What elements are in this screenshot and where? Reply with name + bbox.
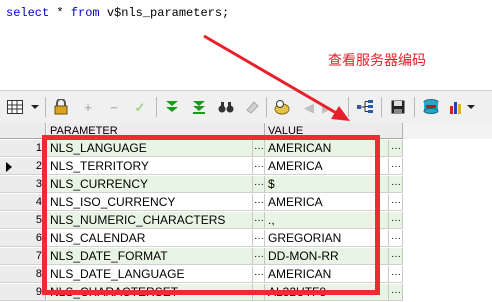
sql-star: * [49,6,71,20]
cell-value[interactable]: AMERICA [265,194,389,211]
cell-value[interactable]: $ [265,176,389,193]
cell-parameter[interactable]: NLS_CHARACTERSET [47,284,253,301]
result-toolbar: + − ✓ ◀ ▶ [0,90,492,124]
remove-icon[interactable]: − [105,98,123,116]
sql-keyword-from: from [70,6,100,20]
sql-text[interactable]: select * from v$nls_parameters; [6,6,229,20]
table-row[interactable]: 4 NLS_ISO_CURRENCY ··· AMERICA ··· [0,194,406,212]
cell-ellipsis-button[interactable]: ··· [253,284,265,301]
row-number[interactable]: 8 [0,266,46,283]
result-grid[interactable]: PARAMETER VALUE 1 NLS_LANGUAGE ··· AMERICAN… [0,123,492,302]
cell-ellipsis-button[interactable]: ··· [389,266,403,283]
toolbar-separator [381,97,382,117]
cell-value[interactable]: GREGORIAN [265,230,389,247]
tree-icon[interactable] [356,98,374,116]
cell-value[interactable]: DD-MON-RR [265,248,389,265]
fetch-next-icon[interactable] [163,98,181,116]
row-number[interactable]: 7 [0,248,46,265]
table-row[interactable]: 1 NLS_LANGUAGE ··· AMERICAN ··· [0,140,406,158]
row-number[interactable]: 1 [0,140,46,157]
right-arrow-icon[interactable]: ▶ [318,98,336,116]
row-number[interactable]: 4 [0,194,46,211]
row-number[interactable]: 6 [0,230,46,247]
cell-parameter[interactable]: NLS_CURRENCY [47,176,253,193]
cell-parameter[interactable]: NLS_DATE_LANGUAGE [47,266,253,283]
cell-ellipsis-button[interactable]: ··· [389,284,403,301]
sql-keyword-select: select [6,6,50,20]
find-icon[interactable] [217,98,235,116]
table-row[interactable]: 9 NLS_CHARACTERSET ··· AL32UTF8 ··· [0,284,406,302]
dropdown-icon[interactable] [466,98,476,116]
table-row[interactable]: 2 NLS_TERRITORY ··· AMERICA ··· [0,158,406,176]
cell-ellipsis-button[interactable]: ··· [253,248,265,265]
column-header-value[interactable]: VALUE [265,123,403,139]
cell-ellipsis-button[interactable]: ··· [389,140,403,157]
fetch-last-icon[interactable] [190,98,208,116]
toolbar-separator [266,97,267,117]
grid-corner [0,123,46,139]
sql-editor[interactable]: select * from v$nls_parameters; [0,0,492,88]
current-row-indicator-icon [6,162,12,172]
cell-value[interactable]: ., [265,212,389,229]
annotation-text: 查看服务器编码 [328,52,426,68]
chart-icon[interactable] [448,98,466,116]
toolbar-separator [45,97,46,117]
cell-ellipsis-button[interactable]: ··· [253,140,265,157]
save-icon[interactable] [389,98,407,116]
cell-ellipsis-button[interactable]: ··· [253,212,265,229]
cell-value[interactable]: AMERICA [265,158,389,175]
table-row[interactable]: 5 NLS_NUMERIC_CHARACTERS ···., ··· [0,212,406,230]
left-arrow-icon[interactable]: ◀ [300,98,318,116]
row-number[interactable]: 5 [0,212,46,229]
eraser-icon[interactable] [243,98,261,116]
table-row[interactable]: 6 NLS_CALENDAR ··· GREGORIAN ··· [0,230,406,248]
table-row[interactable]: 7 NLS_DATE_FORMAT ··· DD-MON-RR ··· [0,248,406,266]
grid-icon[interactable] [6,98,24,116]
toolbar-separator [156,97,157,117]
cell-ellipsis-button[interactable]: ··· [389,176,403,193]
cell-parameter[interactable]: NLS_LANGUAGE [47,140,253,157]
cell-ellipsis-button[interactable]: ··· [389,212,403,229]
lock-icon[interactable] [52,98,70,116]
cell-ellipsis-button[interactable]: ··· [389,230,403,247]
cell-value[interactable]: AMERICAN [265,266,389,283]
cell-ellipsis-button[interactable]: ··· [389,158,403,175]
cell-parameter[interactable]: NLS_ISO_CURRENCY [47,194,253,211]
cell-ellipsis-button[interactable]: ··· [253,194,265,211]
table-row[interactable]: 8 NLS_DATE_LANGUAGE ··· AMERICAN ··· [0,266,406,284]
cell-parameter[interactable]: NLS_DATE_FORMAT [47,248,253,265]
cell-parameter[interactable]: NLS_TERRITORY [47,158,253,175]
cell-ellipsis-button[interactable]: ··· [389,248,403,265]
cell-parameter[interactable]: NLS_CALENDAR [47,230,253,247]
toolbar-separator [348,97,349,117]
sql-table-name: v$nls_parameters; [99,6,230,20]
add-icon[interactable]: + [79,98,97,116]
grid-empty-header [403,123,492,139]
cell-ellipsis-button[interactable]: ··· [253,230,265,247]
dropdown-icon[interactable] [30,98,40,116]
cell-value[interactable]: AMERICAN [265,140,389,157]
export-icon[interactable] [422,98,440,116]
cell-ellipsis-button[interactable]: ··· [253,158,265,175]
cell-parameter[interactable]: NLS_NUMERIC_CHARACTERS [47,212,253,229]
cell-ellipsis-button[interactable]: ··· [253,266,265,283]
column-header-parameter[interactable]: PARAMETER [47,123,265,139]
toolbar-separator [414,97,415,117]
row-number[interactable]: 3 [0,176,46,193]
cell-value[interactable]: AL32UTF8 [265,284,389,301]
query-by-example-icon[interactable] [273,98,291,116]
row-number[interactable]: 9 [0,284,46,301]
cell-ellipsis-button[interactable]: ··· [389,194,403,211]
table-row[interactable]: 3 NLS_CURRENCY ··· $ ··· [0,176,406,194]
cell-ellipsis-button[interactable]: ··· [253,176,265,193]
check-icon[interactable]: ✓ [131,98,149,116]
